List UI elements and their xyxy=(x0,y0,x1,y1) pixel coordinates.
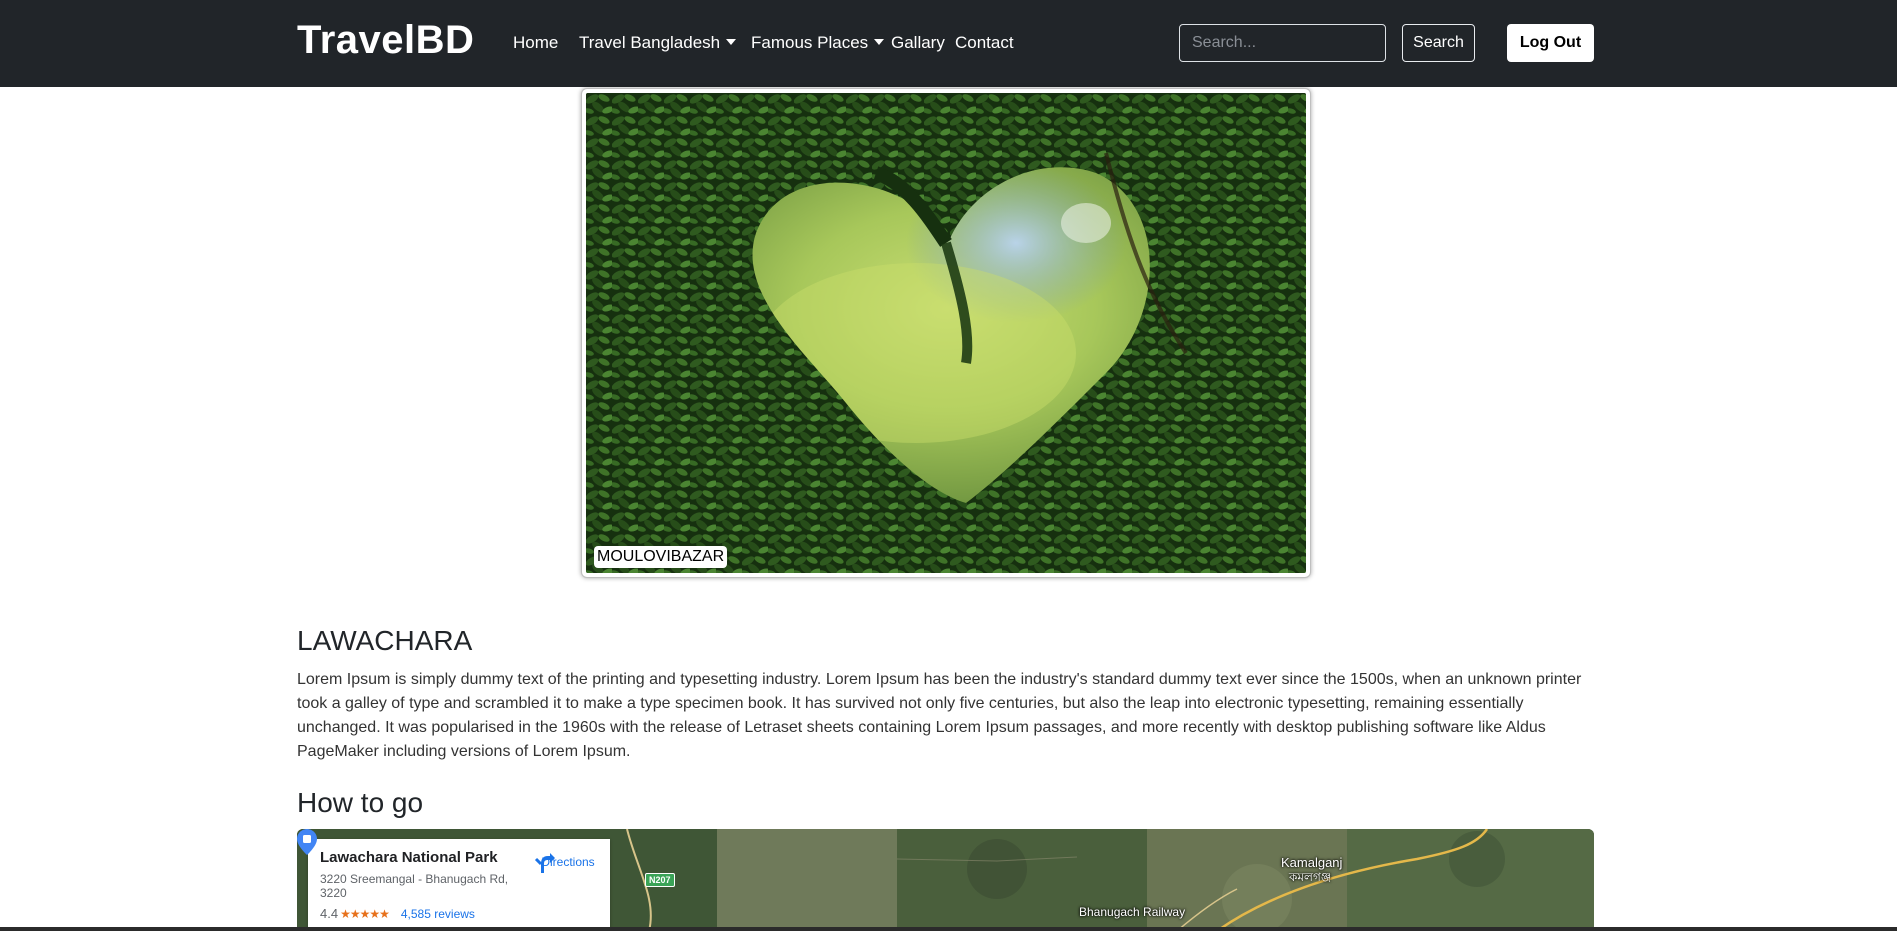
search-input[interactable] xyxy=(1179,24,1386,62)
nav-famous-places-dropdown[interactable]: Famous Places xyxy=(751,33,885,53)
nav-home[interactable]: Home xyxy=(513,33,558,53)
brand-logo[interactable]: TravelBD xyxy=(297,18,474,63)
star-rating-icon: ★★★★★ xyxy=(340,907,390,921)
map-label-kamalganj: Kamalganj xyxy=(1281,855,1343,870)
logout-button[interactable]: Log Out xyxy=(1507,24,1594,62)
map-pin-icon[interactable] xyxy=(297,829,317,855)
map-label-railway: Bhanugach Railway xyxy=(1079,905,1186,919)
search-button[interactable]: Search xyxy=(1402,24,1475,62)
directions-arrow-icon xyxy=(534,853,555,873)
bottom-edge xyxy=(0,927,1897,931)
place-address: 3220 Sreemangal - Bhanugach Rd, 3220 xyxy=(320,872,509,900)
hero-caption-badge: MOULOVIBAZAR xyxy=(594,546,728,568)
heart-hedge-photo: MOULOVIBAZAR xyxy=(586,93,1306,573)
article-title: LAWACHARA xyxy=(297,625,473,656)
nav-contact[interactable]: Contact xyxy=(955,33,1014,53)
caret-down-icon xyxy=(874,39,885,45)
embedded-map[interactable]: Lawachara National Park 3220 Sreemangal … xyxy=(297,829,1594,931)
nav-gallary[interactable]: Gallary xyxy=(891,33,945,53)
place-rating-row: 4.4 ★★★★★ 4,585 reviews xyxy=(320,906,598,921)
nav-travel-bangladesh-label: Travel Bangladesh xyxy=(579,33,721,52)
hero-image-card: MOULOVIBAZAR xyxy=(581,88,1311,578)
nav-famous-places-label: Famous Places xyxy=(751,33,869,52)
place-info-card: Lawachara National Park 3220 Sreemangal … xyxy=(308,839,610,931)
nav-travel-bangladesh-dropdown[interactable]: Travel Bangladesh xyxy=(579,33,737,53)
how-to-go-heading: How to go xyxy=(297,787,424,818)
road-number-badge: N207 xyxy=(645,873,675,887)
map-label-kamalganj-bn: কমলগঞ্জ xyxy=(1289,870,1332,884)
reviews-link[interactable]: 4,585 reviews xyxy=(401,907,475,921)
hero-photo-graphic xyxy=(586,93,1306,573)
rating-value: 4.4 xyxy=(320,906,339,921)
directions-button[interactable]: Directions xyxy=(533,853,603,873)
caret-down-icon xyxy=(726,39,737,45)
navbar: TravelBD Home Travel Bangladesh Famous P… xyxy=(0,0,1897,87)
article-body: Lorem Ipsum is simply dummy text of the … xyxy=(297,671,1582,760)
